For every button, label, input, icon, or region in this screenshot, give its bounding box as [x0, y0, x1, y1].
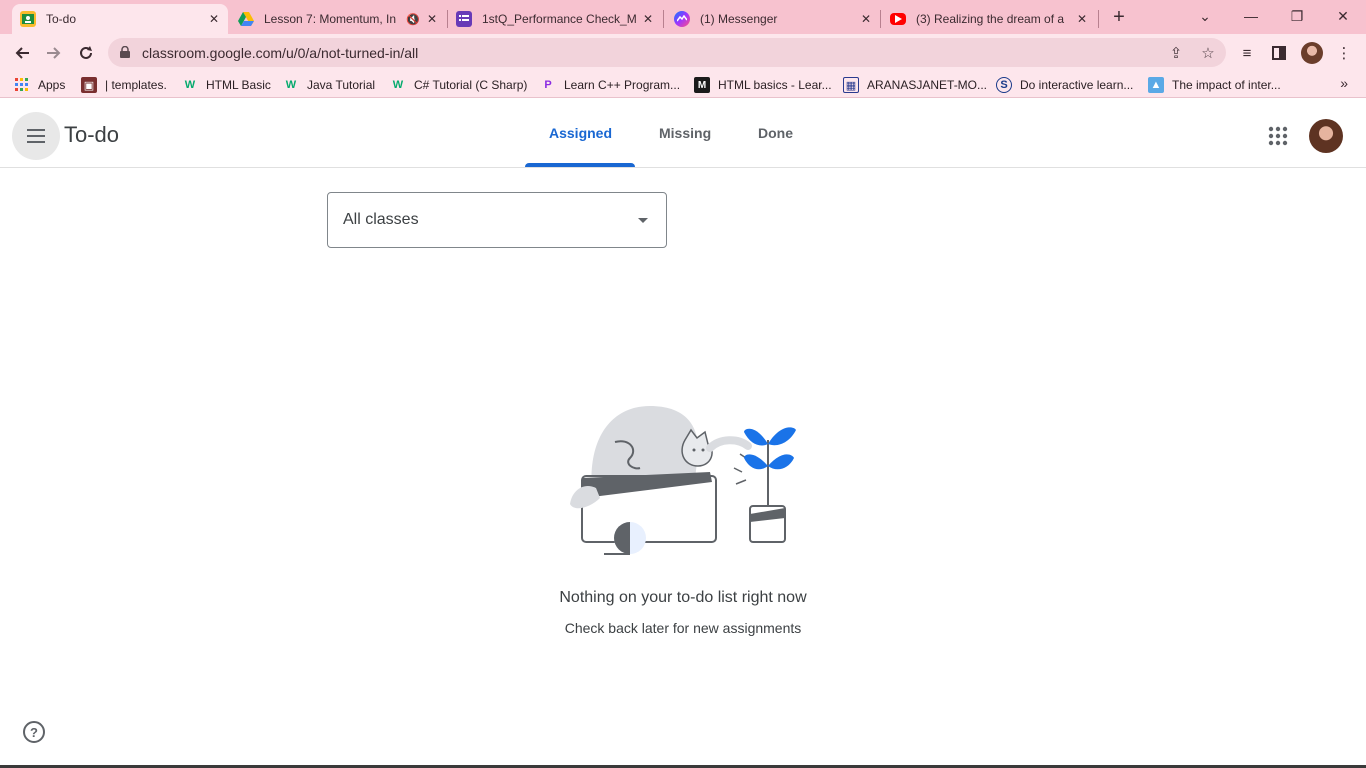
close-icon[interactable]: ✕ [424, 11, 440, 27]
bookmark-label: Do interactive learn... [1020, 78, 1134, 92]
bookmark-learn-cpp[interactable]: P Learn C++ Program... [540, 75, 680, 95]
bookmark-label: Learn C++ Program... [564, 78, 681, 92]
w3schools-icon: W [184, 79, 196, 91]
bookmark-label: C# Tutorial (C Sharp) [414, 78, 528, 92]
class-filter-value: All classes [343, 211, 419, 228]
media-control-icon[interactable]: ≡ [1236, 42, 1258, 64]
bookmarks-bar: Apps ▣ | templates. W HTML Basic W Java … [0, 71, 1366, 98]
back-arrow-icon[interactable] [8, 39, 36, 67]
bookmark-impact-of-inter[interactable]: ▲ The impact of inter... [1148, 75, 1281, 95]
messenger-icon [674, 11, 690, 27]
bookmark-apps[interactable]: Apps [14, 75, 65, 95]
bookmark-templates[interactable]: ▣ | templates. [81, 75, 167, 95]
w3schools-icon: W [392, 79, 404, 91]
speaker-icon[interactable]: 🔇 [406, 13, 420, 26]
tab-title: (1) Messenger [700, 12, 778, 26]
share-icon[interactable]: ⇪ [1166, 43, 1186, 63]
sheet-icon: ▦ [843, 77, 859, 93]
browser-tabstrip: To-do ✕ Lesson 7: Momentum, In 🔇 ✕ 1stQ_… [0, 0, 1366, 34]
tab-separator [1098, 10, 1099, 28]
tab-search-icon[interactable]: ⌄ [1193, 4, 1217, 28]
tab-separator [880, 10, 881, 28]
page-title: To-do [64, 122, 120, 147]
app-header: To-do Assigned Missing Done [0, 103, 1366, 168]
bookmark-aranasjanet[interactable]: ▦ ARANASJANET-MO... [843, 75, 987, 95]
empty-state-title: Nothing on your to-do list right now [559, 589, 807, 606]
help-icon[interactable]: ? [23, 721, 45, 743]
youtube-icon [890, 13, 906, 25]
empty-state-subtitle: Check back later for new assignments [564, 620, 802, 636]
tab-separator [663, 10, 664, 28]
bookmark-label: ARANASJANET-MO... [867, 78, 988, 92]
tab-done[interactable]: Done [758, 125, 793, 141]
programiz-icon: P [544, 79, 552, 91]
bookmark-html-basics-mdn[interactable]: M HTML basics - Lear... [694, 75, 832, 95]
bookmark-label: The impact of inter... [1172, 78, 1281, 92]
browser-tab-lesson[interactable]: Lesson 7: Momentum, In 🔇 ✕ [230, 4, 446, 34]
s-icon: S [996, 77, 1012, 93]
apps-grid-icon [14, 77, 30, 93]
browser-tab-forms[interactable]: 1stQ_Performance Check_Mc ✕ [448, 4, 662, 34]
bookmark-label: HTML basics - Lear... [718, 78, 832, 92]
browser-toolbar: classroom.google.com/u/0/a/not-turned-in… [0, 34, 1366, 71]
tab-assigned[interactable]: Assigned [549, 125, 612, 141]
url-text: classroom.google.com/u/0/a/not-turned-in… [142, 45, 419, 61]
w3schools-icon: W [285, 79, 297, 91]
bookmark-csharp-tutorial[interactable]: W C# Tutorial (C Sharp) [390, 75, 528, 95]
google-apps-icon[interactable] [1266, 124, 1290, 148]
bookmark-java-tutorial[interactable]: W Java Tutorial [283, 75, 375, 95]
class-filter-dropdown[interactable]: All classes [327, 192, 667, 248]
bookmark-label: | templates. [105, 78, 167, 92]
minimize-icon[interactable]: — [1239, 4, 1263, 28]
new-tab-button[interactable]: + [1108, 6, 1130, 28]
mdn-icon: M [694, 77, 710, 93]
image-icon: ▲ [1148, 77, 1164, 93]
bookmark-star-icon[interactable]: ☆ [1198, 43, 1218, 63]
forward-arrow-icon[interactable] [40, 39, 68, 67]
browser-tab-youtube[interactable]: (3) Realizing the dream of a ✕ [882, 4, 1096, 34]
dropdown-arrow-icon [638, 218, 648, 223]
browser-tab-todo[interactable]: To-do ✕ [12, 4, 228, 34]
active-tab-indicator [525, 163, 635, 167]
close-icon[interactable]: ✕ [858, 11, 874, 27]
account-avatar[interactable] [1309, 119, 1343, 153]
profile-avatar[interactable] [1301, 42, 1323, 64]
close-window-icon[interactable]: ✕ [1331, 4, 1355, 28]
address-bar[interactable]: classroom.google.com/u/0/a/not-turned-in… [108, 38, 1226, 67]
tab-title: To-do [46, 12, 77, 26]
bookmark-label: Apps [38, 78, 66, 92]
bookmark-html-basic[interactable]: W HTML Basic [182, 75, 271, 95]
tab-title: (3) Realizing the dream of a [916, 12, 1065, 26]
browser-tab-messenger[interactable]: (1) Messenger ✕ [666, 4, 880, 34]
empty-state-illustration [570, 406, 796, 555]
restore-icon[interactable]: ❐ [1285, 4, 1309, 28]
templates-icon: ▣ [81, 77, 97, 93]
close-icon[interactable]: ✕ [640, 11, 656, 27]
reload-icon[interactable] [72, 39, 100, 67]
more-menu-icon[interactable]: ⋮ [1333, 42, 1355, 64]
bookmark-interactive-learn[interactable]: S Do interactive learn... [996, 75, 1133, 95]
tab-missing[interactable]: Missing [659, 125, 711, 141]
close-icon[interactable]: ✕ [1074, 11, 1090, 27]
tab-title: Lesson 7: Momentum, In [264, 12, 397, 26]
lock-icon [120, 46, 130, 58]
bookmarks-overflow-icon[interactable]: » [1340, 75, 1348, 91]
google-drive-icon [238, 11, 254, 27]
google-classroom-icon [20, 11, 36, 27]
tab-title: 1stQ_Performance Check_Mc [482, 12, 636, 26]
bookmark-label: Java Tutorial [307, 78, 376, 92]
close-icon[interactable]: ✕ [206, 11, 222, 27]
bookmark-label: HTML Basic [206, 78, 271, 92]
main-menu-button[interactable] [12, 112, 60, 160]
hamburger-icon [27, 129, 45, 143]
side-panel-icon[interactable] [1268, 42, 1290, 64]
google-forms-icon [456, 11, 472, 27]
